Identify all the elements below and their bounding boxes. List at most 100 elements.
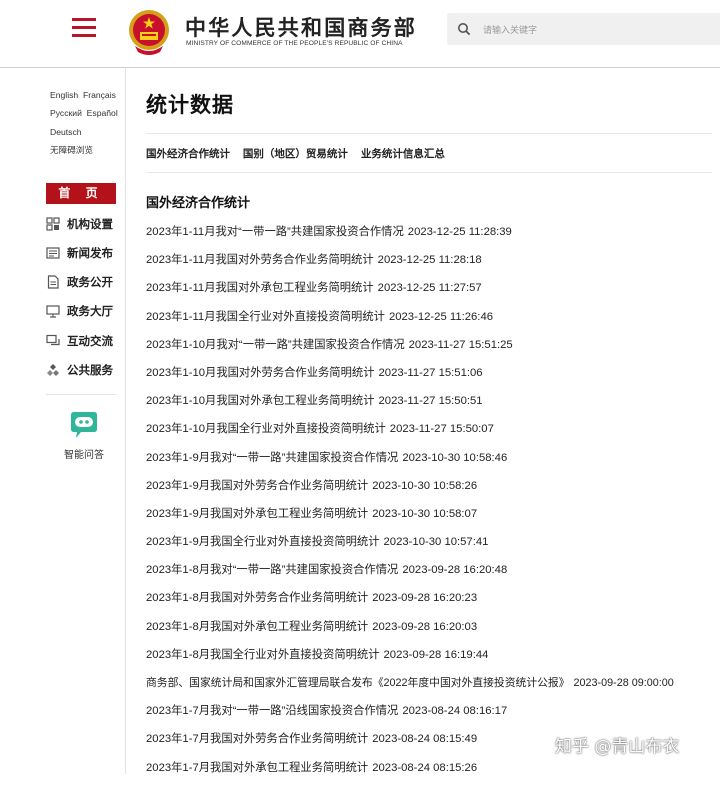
search-icon[interactable] <box>457 22 471 36</box>
divider <box>146 172 712 173</box>
item-title[interactable]: 2023年1-7月我国对外承包工程业务简明统计 <box>146 762 368 774</box>
item-date: 2023-09-28 16:20:48 <box>402 564 508 577</box>
national-emblem-icon[interactable] <box>127 8 171 56</box>
left-sidebar: English Français Русский Español Deutsch… <box>0 68 126 774</box>
assistant-label[interactable]: 智能问答 <box>64 446 104 461</box>
item-title[interactable]: 2023年1-11月我对“一带一路”共建国家投资合作情况 <box>146 226 404 238</box>
item-date: 2023-12-25 11:26:46 <box>388 310 494 323</box>
list-item[interactable]: 2023年1-7月我对“一带一路”沿线国家投资合作情况 2023-08-24 08… <box>146 702 674 730</box>
list-item[interactable]: 2023年1-8月我国对外承包工程业务简明统计 2023-09-28 16:20:… <box>146 618 674 646</box>
sidebar-item-label: 新闻发布 <box>67 248 113 260</box>
document-icon <box>47 275 59 289</box>
lang-french-link[interactable]: Français <box>83 90 116 100</box>
tab-business-summary[interactable]: 业务统计信息汇总 <box>361 148 445 160</box>
site-title[interactable]: 中华人民共和国商务部 <box>185 12 417 42</box>
divider <box>146 133 712 134</box>
chatbot-icon[interactable] <box>67 412 101 440</box>
list-item[interactable]: 2023年1-7月我国对外承包工程业务简明统计 2023-08-24 08:15:… <box>146 759 674 787</box>
lang-spanish-link[interactable]: Español <box>87 108 118 118</box>
list-item[interactable]: 2023年1-10月我国对外承包工程业务简明统计 2023-11-27 15:50… <box>146 392 674 420</box>
item-title[interactable]: 2023年1-9月我国全行业对外直接投资简明统计 <box>146 536 380 548</box>
item-title[interactable]: 2023年1-8月我国全行业对外直接投资简明统计 <box>146 649 380 661</box>
item-date: 2023-10-30 10:58:07 <box>372 507 478 520</box>
item-title[interactable]: 2023年1-11月我国全行业对外直接投资简明统计 <box>146 311 385 323</box>
item-title[interactable]: 2023年1-10月我国对外承包工程业务简明统计 <box>146 395 375 407</box>
article-list: 2023年1-11月我对“一带一路”共建国家投资合作情况 2023-12-25 1… <box>146 223 674 787</box>
item-title[interactable]: 2023年1-10月我国对外劳务合作业务简明统计 <box>146 367 375 379</box>
item-date: 2023-10-30 10:58:26 <box>372 479 478 492</box>
item-title[interactable]: 2023年1-7月我对“一带一路”沿线国家投资合作情况 <box>146 705 398 717</box>
item-title[interactable]: 2023年1-7月我国对外劳务合作业务简明统计 <box>146 733 368 745</box>
list-item[interactable]: 2023年1-8月我国对外劳务合作业务简明统计 2023-09-28 16:20:… <box>146 589 674 617</box>
lang-german-link[interactable]: Deutsch <box>50 127 82 137</box>
news-icon <box>46 247 60 259</box>
list-item[interactable]: 2023年1-10月我国对外劳务合作业务简明统计 2023-11-27 15:51… <box>146 364 674 392</box>
item-date: 2023-12-25 11:28:39 <box>407 226 512 238</box>
item-date: 2023-10-30 10:57:41 <box>383 536 489 549</box>
item-title[interactable]: 2023年1-8月我对“一带一路”共建国家投资合作情况 <box>146 564 398 576</box>
list-item[interactable]: 2023年1-10月我国全行业对外直接投资简明统计 2023-11-27 15:5… <box>146 420 674 448</box>
language-links: English Français Русский Español Deutsch… <box>50 86 118 160</box>
item-date: 2023-08-24 08:15:49 <box>372 733 478 746</box>
site-subtitle: MINISTRY OF COMMERCE OF THE PEOPLE'S REP… <box>186 40 403 47</box>
list-item[interactable]: 2023年1-11月我国对外承包工程业务简明统计 2023-12-25 11:27… <box>146 279 674 307</box>
list-item[interactable]: 2023年1-11月我国对外劳务合作业务简明统计 2023-12-25 11:28… <box>146 251 674 279</box>
chat-icon <box>46 334 60 346</box>
item-title[interactable]: 2023年1-8月我国对外承包工程业务简明统计 <box>146 621 368 633</box>
list-item[interactable]: 2023年1-9月我国全行业对外直接投资简明统计 2023-10-30 10:57… <box>146 533 674 561</box>
item-title[interactable]: 2023年1-8月我国对外劳务合作业务简明统计 <box>146 592 368 604</box>
item-title[interactable]: 2023年1-9月我对“一带一路”共建国家投资合作情况 <box>146 452 398 464</box>
sidebar-item-label: 互动交流 <box>67 336 113 348</box>
home-button[interactable]: 首 页 <box>46 183 116 204</box>
list-item[interactable]: 2023年1-10月我对“一带一路”共建国家投资合作情况 2023-11-27 1… <box>146 336 674 364</box>
page-title: 统计数据 <box>146 93 234 117</box>
sidebar-item-label: 公共服务 <box>67 365 113 377</box>
service-icon <box>47 364 59 376</box>
item-title[interactable]: 商务部、国家统计局和国家外汇管理局联合发布《2022年度中国对外直接投资统计公报… <box>146 677 570 689</box>
item-date: 2023-11-27 15:51:25 <box>408 338 513 351</box>
list-item[interactable]: 2023年1-9月我国对外承包工程业务简明统计 2023-10-30 10:58:… <box>146 505 674 533</box>
list-item[interactable]: 2023年1-9月我国对外劳务合作业务简明统计 2023-10-30 10:58:… <box>146 477 674 505</box>
sub-nav-tabs: 国外经济合作统计 国别（地区）贸易统计 业务统计信息汇总 <box>146 146 455 161</box>
list-item[interactable]: 2023年1-11月我对“一带一路”共建国家投资合作情况 2023-12-25 1… <box>146 223 674 251</box>
list-item[interactable]: 商务部、国家统计局和国家外汇管理局联合发布《2022年度中国对外直接投资统计公报… <box>146 674 674 702</box>
item-title[interactable]: 2023年1-11月我国对外劳务合作业务简明统计 <box>146 254 374 266</box>
search-box <box>447 13 720 45</box>
list-item[interactable]: 2023年1-8月我国全行业对外直接投资简明统计 2023-09-28 16:19… <box>146 646 674 674</box>
sidebar-divider <box>46 394 116 395</box>
list-item[interactable]: 2023年1-11月我国全行业对外直接投资简明统计 2023-12-25 11:2… <box>146 308 674 336</box>
lang-russian-link[interactable]: Русский <box>50 108 82 118</box>
item-date: 2023-09-28 16:20:03 <box>372 620 478 633</box>
item-title[interactable]: 2023年1-11月我国对外承包工程业务简明统计 <box>146 282 374 294</box>
accessibility-link[interactable]: 无障碍浏览 <box>50 145 93 155</box>
item-date: 2023-08-24 08:15:26 <box>372 761 478 774</box>
hall-icon <box>46 305 60 318</box>
item-title[interactable]: 2023年1-9月我国对外劳务合作业务简明统计 <box>146 480 368 492</box>
tab-country-trade[interactable]: 国别（地区）贸易统计 <box>243 148 348 160</box>
item-date: 2023-12-25 11:27:57 <box>377 282 482 295</box>
item-title[interactable]: 2023年1-9月我国对外承包工程业务简明统计 <box>146 508 368 520</box>
list-item[interactable]: 2023年1-8月我对“一带一路”共建国家投资合作情况 2023-09-28 16… <box>146 561 674 589</box>
item-date: 2023-12-25 11:28:18 <box>377 254 482 267</box>
item-date: 2023-10-30 10:58:46 <box>402 451 508 464</box>
org-grid-icon <box>46 217 60 231</box>
site-header: 中华人民共和国商务部 MINISTRY OF COMMERCE OF THE P… <box>0 0 720 68</box>
item-date: 2023-08-24 08:16:17 <box>402 705 508 718</box>
tab-overseas-cooperation[interactable]: 国外经济合作统计 <box>146 148 230 160</box>
item-title[interactable]: 2023年1-10月我对“一带一路”共建国家投资合作情况 <box>146 339 405 351</box>
item-date: 2023-11-27 15:50:51 <box>378 395 483 408</box>
sidebar-item-label: 机构设置 <box>67 219 113 231</box>
item-date: 2023-09-28 16:19:44 <box>383 648 489 661</box>
item-title[interactable]: 2023年1-10月我国全行业对外直接投资简明统计 <box>146 423 386 435</box>
list-item[interactable]: 2023年1-9月我对“一带一路”共建国家投资合作情况 2023-10-30 10… <box>146 449 674 477</box>
item-date: 2023-11-27 15:51:06 <box>378 366 483 379</box>
hamburger-menu-icon[interactable] <box>72 18 96 38</box>
item-date: 2023-11-27 15:50:07 <box>389 423 494 436</box>
section-title: 国外经济合作统计 <box>146 195 251 210</box>
item-date: 2023-09-28 16:20:23 <box>372 592 478 605</box>
lang-english-link[interactable]: English <box>50 90 78 100</box>
sidebar-item-label: 政务大厅 <box>67 306 113 318</box>
item-date: 2023-09-28 09:00:00 <box>573 677 674 689</box>
zhihu-watermark: 知乎 @青山布衣 <box>555 737 680 757</box>
search-input[interactable] <box>481 19 705 41</box>
